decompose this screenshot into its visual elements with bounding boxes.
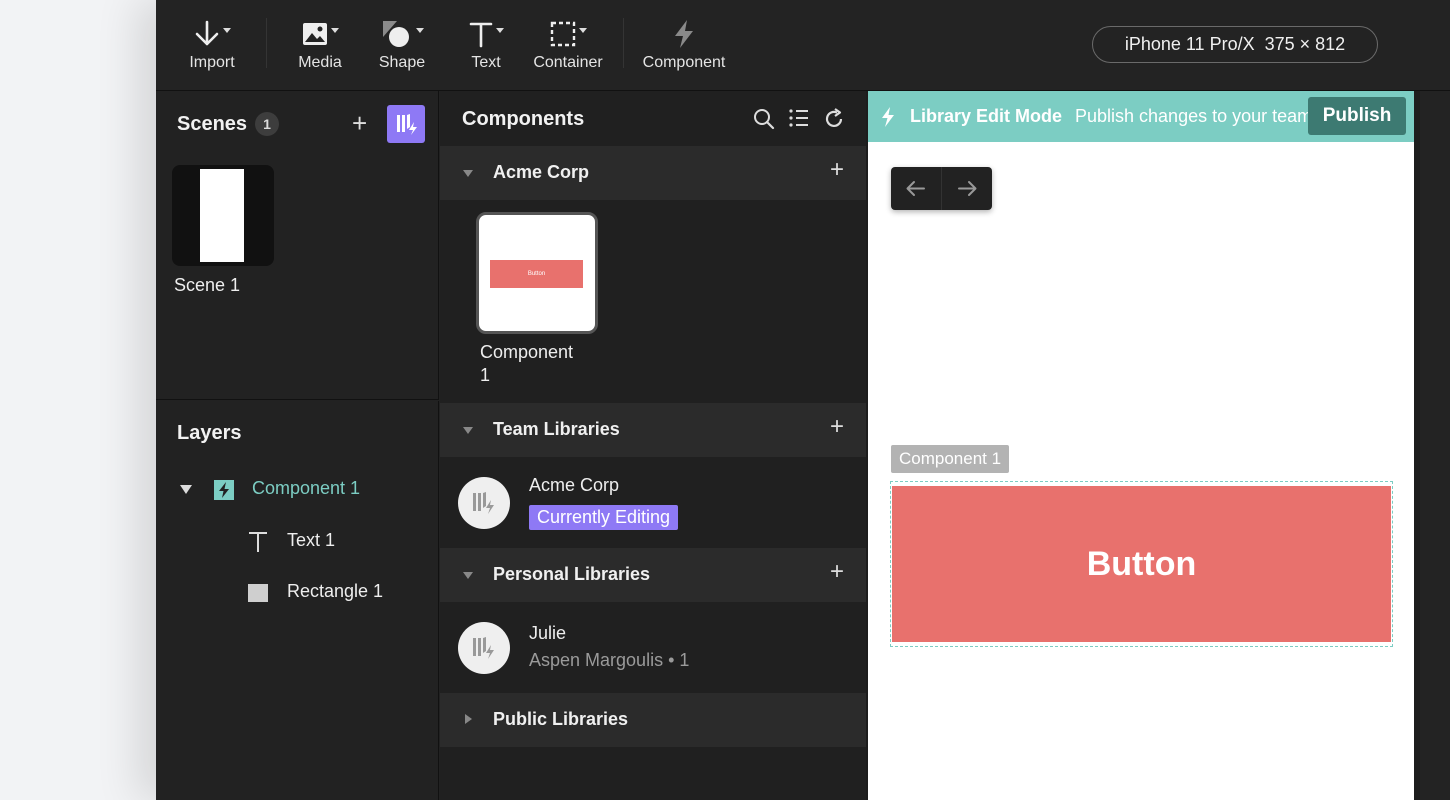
scene-label: Scene 1 xyxy=(174,275,241,295)
acme-section-header[interactable]: Acme Corp + xyxy=(440,146,866,200)
section-title: Personal Libraries xyxy=(493,564,651,584)
image-icon xyxy=(302,23,327,45)
component-icon xyxy=(214,480,234,500)
scenes-count-badge: 1 xyxy=(255,112,280,136)
media-label: Media xyxy=(298,54,342,71)
section-title: Acme Corp xyxy=(493,162,590,182)
library-avatar xyxy=(458,477,510,529)
device-selector[interactable]: iPhone 11 Pro/X 375 × 812 xyxy=(1092,26,1378,63)
import-icon xyxy=(195,20,218,46)
library-icon xyxy=(473,637,494,659)
arrow-left-icon xyxy=(906,181,925,196)
component-thumbnail[interactable]: Button xyxy=(476,212,598,334)
expand-arrow-icon xyxy=(465,714,472,724)
section-title: Public Libraries xyxy=(493,709,629,729)
import-label: Import xyxy=(189,54,235,71)
arrow-right-icon xyxy=(958,181,977,196)
scenes-panel: Scenes 1 + Scene 1 xyxy=(156,91,439,400)
canvas-screen[interactable]: Library Edit Mode Publish changes to you… xyxy=(868,91,1414,800)
thumbnail-button-preview: Button xyxy=(490,260,583,288)
scenes-title: Scenes xyxy=(177,112,248,135)
add-component-button[interactable]: + xyxy=(830,158,844,182)
layer-label: Text 1 xyxy=(287,530,336,550)
text-icon xyxy=(249,532,267,552)
component-tag: Component 1 xyxy=(891,445,1010,473)
right-panel-edge xyxy=(1420,91,1450,800)
component-tool[interactable]: Component xyxy=(638,14,730,76)
library-avatar xyxy=(458,622,510,674)
container-label: Container xyxy=(533,54,603,71)
add-personal-library-button[interactable]: + xyxy=(830,560,844,584)
layer-label: Component 1 xyxy=(252,478,361,498)
refresh-icon[interactable] xyxy=(822,107,846,131)
media-tool[interactable]: Media xyxy=(294,14,346,76)
container-icon xyxy=(550,21,575,47)
lightning-icon xyxy=(882,107,894,127)
back-button[interactable] xyxy=(891,167,942,210)
collapse-arrow-icon xyxy=(463,427,473,434)
list-icon[interactable] xyxy=(788,107,810,129)
history-nav xyxy=(891,167,992,210)
text-label: Text xyxy=(471,54,501,71)
rectangle-icon xyxy=(248,584,268,602)
personal-library-item[interactable]: Julie Aspen Margoulis • 1 xyxy=(440,604,866,692)
text-tool[interactable]: Text xyxy=(466,14,506,76)
layers-title: Layers xyxy=(177,422,242,444)
layer-row-component[interactable]: Component 1 xyxy=(156,473,438,507)
layer-row-rectangle[interactable]: Rectangle 1 xyxy=(156,576,438,610)
search-icon[interactable] xyxy=(752,107,776,131)
components-title: Components xyxy=(462,108,585,130)
add-scene-button[interactable]: + xyxy=(352,108,367,138)
layer-row-text[interactable]: Text 1 xyxy=(156,525,438,559)
collapse-arrow-icon xyxy=(463,572,473,579)
app-window: Import Media Shape Text Container Compon… xyxy=(156,0,1450,800)
lightning-icon xyxy=(675,20,693,48)
team-libraries-header[interactable]: Team Libraries + xyxy=(440,403,866,457)
banner-title: Library Edit Mode xyxy=(910,106,1063,126)
banner-text: Publish changes to your team xyxy=(1075,106,1313,126)
section-title: Team Libraries xyxy=(493,419,620,439)
forward-button[interactable] xyxy=(942,167,992,210)
add-team-library-button[interactable]: + xyxy=(830,415,844,439)
components-panel: Components Acme Corp + Button Component … xyxy=(440,91,866,800)
publish-button[interactable]: Publish xyxy=(1308,97,1406,135)
shape-tool[interactable]: Shape xyxy=(376,14,428,76)
text-icon xyxy=(469,22,492,48)
library-icon xyxy=(473,492,494,514)
library-button[interactable] xyxy=(387,105,425,143)
collapse-arrow-icon[interactable] xyxy=(180,485,192,494)
scene-thumbnail[interactable] xyxy=(172,165,274,266)
library-owner: Aspen Margoulis • 1 xyxy=(529,650,690,670)
layers-panel: Layers Component 1 Text 1 Rectangle 1 xyxy=(156,401,439,800)
import-tool[interactable]: Import xyxy=(184,14,240,76)
team-library-item[interactable]: Acme Corp Currently Editing xyxy=(440,459,866,547)
layer-label: Rectangle 1 xyxy=(287,581,384,601)
shape-label: Shape xyxy=(378,54,426,71)
library-edit-banner: Library Edit Mode Publish changes to you… xyxy=(868,91,1414,142)
library-name: Acme Corp xyxy=(529,475,620,495)
personal-libraries-header[interactable]: Personal Libraries + xyxy=(440,548,866,602)
library-icon xyxy=(397,114,417,135)
container-tool[interactable]: Container xyxy=(530,14,606,76)
public-libraries-header[interactable]: Public Libraries xyxy=(440,693,866,747)
button-element[interactable]: Button xyxy=(892,486,1391,642)
component-label: Component 1 xyxy=(480,342,574,385)
component-selection[interactable]: Button xyxy=(890,481,1393,647)
toolbar: Import Media Shape Text Container Compon… xyxy=(156,0,1450,91)
library-name: Julie xyxy=(529,623,567,643)
currently-editing-badge: Currently Editing xyxy=(529,505,679,530)
component-label: Component xyxy=(642,54,726,71)
collapse-arrow-icon xyxy=(463,170,473,177)
shape-icon xyxy=(382,21,409,47)
